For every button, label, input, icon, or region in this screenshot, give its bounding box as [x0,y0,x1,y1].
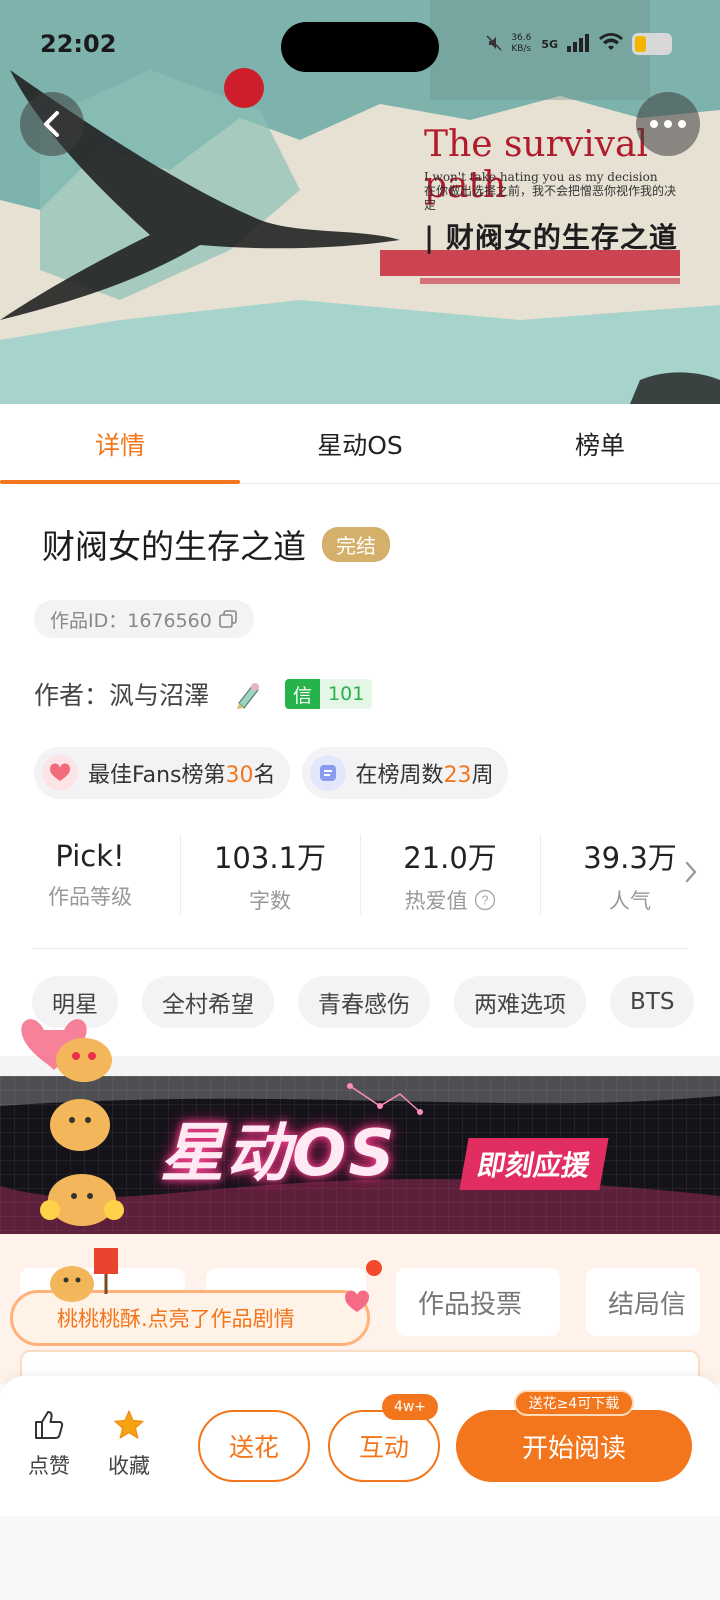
stat-level: Pick! 作品等级 [48,839,132,909]
like-button[interactable]: 点赞 [28,1408,70,1480]
fans-rank-pill[interactable]: 最佳Fans榜第30名 [34,747,290,799]
book-title: 财阀女的生存之道 [42,527,306,566]
credit-value: 101 [320,679,373,709]
stat-love-value: 21.0万 热爱值 ? [360,830,540,920]
mute-icon [485,34,503,54]
wifi-icon [598,32,624,56]
author-name[interactable]: 作者：沨与沼澤 [34,676,209,712]
tab-ranking[interactable]: 榜单 [480,404,720,483]
help-icon[interactable]: ? [474,889,496,911]
tab-bar: 详情 星动OS 榜单 [0,404,720,484]
weeks-rank-text: 在榜周数23周 [355,763,494,788]
heart-icon [344,1290,370,1312]
credit-label: 信 [285,679,321,709]
work-id[interactable]: 作品ID：1676560 [34,600,254,638]
weeks-rank-pill[interactable]: 在榜周数23周 [301,747,508,799]
tag-item[interactable]: 两难选项 [454,976,586,1028]
fans-heart-icon [42,755,78,791]
more-dots-icon [650,120,686,128]
calendar-list-icon [309,755,346,791]
like-label: 点赞 [28,1454,70,1478]
pen-medal-icon [237,683,260,709]
favorite-label: 收藏 [108,1454,150,1478]
mascot-sticker [21,1019,124,1226]
banner-cta: 即刻应援 [459,1138,609,1190]
title-row: 财阀女的生存之道 完结 [42,520,390,568]
toast-text: 桃桃桃酥.点亮了作品剧情 [57,1307,295,1331]
interact-count-badge: 4w+ [382,1394,438,1420]
svg-text:?: ? [481,893,488,908]
status-time: 22:02 [40,30,117,58]
tag-item[interactable]: BTS [610,976,695,1028]
rank-row: 最佳Fans榜第30名 在榜周数23周 [34,747,508,799]
start-reading-button[interactable]: 开始阅读 [456,1410,692,1482]
author-row: 作者：沨与沼澤 信 101 [34,676,373,712]
star-icon [114,1410,144,1439]
mascot-sign-icon [50,1248,118,1302]
banner-title: 星动OS [160,1117,397,1191]
tab-ending-letter[interactable]: 结局信 [586,1268,700,1336]
signal-icon [566,32,590,56]
copy-icon [219,610,237,628]
cover-title-cn: | 财阀女的生存之道 [424,221,678,254]
stat-word-count: 103.1万 字数 [180,830,360,920]
tag-item[interactable]: 青春感伤 [298,976,430,1028]
chevron-right-icon[interactable] [684,860,698,891]
fans-rank-text: 最佳Fans榜第30名 [88,763,276,788]
thumbs-up-icon [35,1411,64,1439]
net-speed: 36.6 KB/s [511,33,532,54]
cover-subtitle-en: I won't take hating you as my decision [424,170,658,184]
tab-xingdong-os[interactable]: 星动OS [240,404,480,483]
cover-subtitle-cn: 在你做出选择之前，我不会把憎恶你视作我的决定 [424,184,677,212]
status-icons: 36.6 KB/s 5G [485,32,672,56]
tab-details[interactable]: 详情 [0,404,240,484]
chevron-left-icon [44,111,59,137]
camera-notch [281,22,439,72]
work-id-label: 作品ID：1676560 [50,609,212,632]
divider [32,948,688,949]
back-button[interactable] [20,92,84,156]
more-button[interactable] [636,92,700,156]
cover-subtitle: I won't take hating you as my decision 在… [424,170,684,212]
send-flower-button[interactable]: 送花 [198,1410,310,1482]
home-indicator-area [0,1516,720,1600]
download-tip-badge: 送花≥4可下载 [514,1390,634,1416]
network-type: 5G [541,37,558,51]
status-badge: 完结 [322,526,390,562]
tag-list: 明星 全村希望 青春感伤 两难选项 BTS [32,976,695,1028]
stats-row[interactable]: Pick! 作品等级 103.1万 字数 21.0万 热爱值 ? 39.3万 人… [0,830,720,920]
notification-dot [366,1260,382,1276]
interact-button[interactable]: 互动 [328,1410,440,1482]
tab-vote[interactable]: 作品投票 [396,1268,560,1336]
battery-icon [632,33,672,55]
favorite-button[interactable]: 收藏 [108,1408,150,1480]
credit-badge: 信 101 [285,679,373,709]
tag-item[interactable]: 全村希望 [142,976,274,1028]
